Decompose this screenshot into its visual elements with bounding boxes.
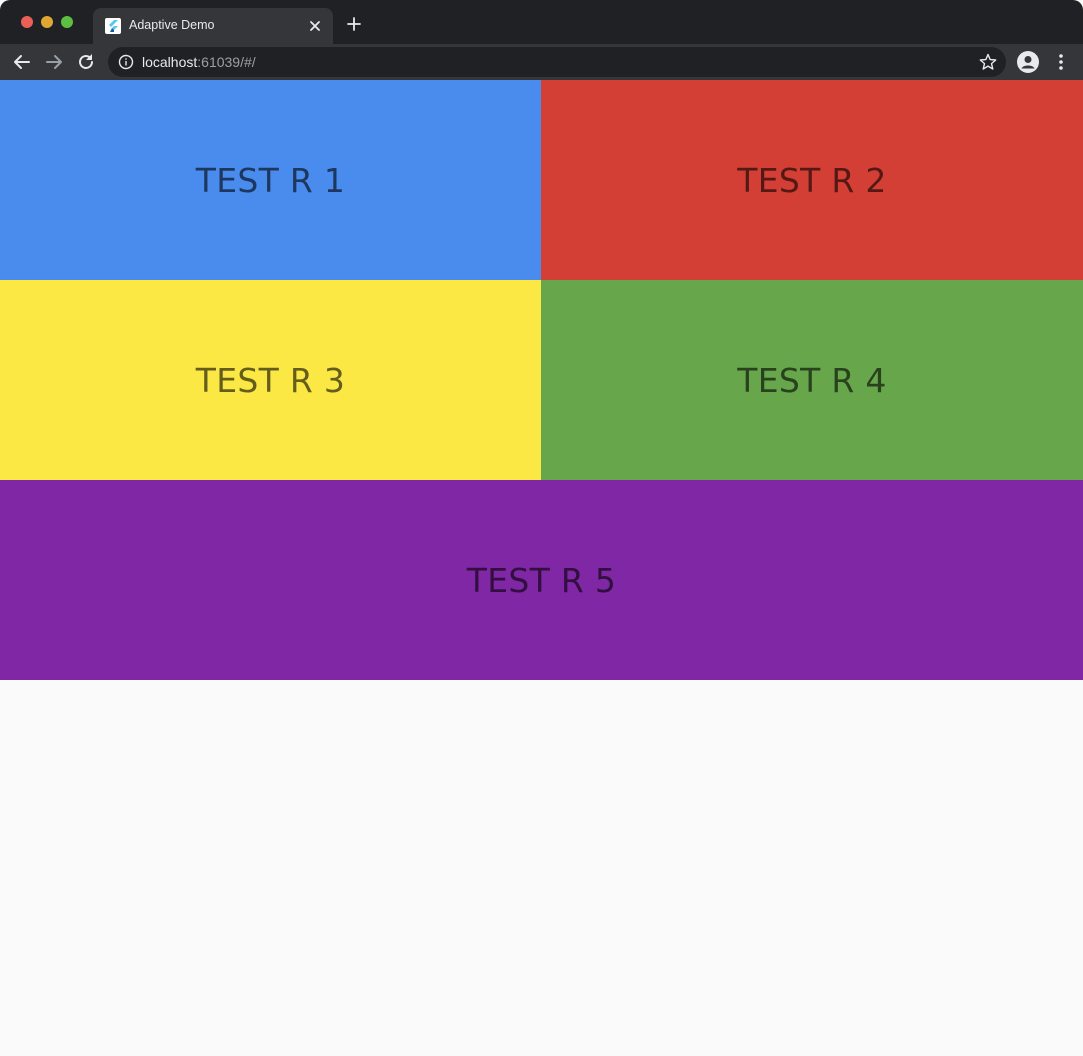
tile-test-r4: TEST R 4 (541, 280, 1083, 480)
tile-label: TEST R 5 (466, 560, 617, 600)
tile-test-r2: TEST R 2 (541, 80, 1083, 280)
tile-label: TEST R 2 (737, 160, 887, 200)
page-content: TEST R 1 TEST R 2 TEST R 3 TEST R 4 TEST… (0, 80, 1083, 1056)
url-path: :61039/#/ (197, 54, 256, 70)
tile-label: TEST R 3 (195, 360, 346, 400)
kebab-menu-icon[interactable] (1050, 51, 1072, 73)
close-icon[interactable] (305, 16, 325, 36)
profile-icon[interactable] (1017, 51, 1039, 73)
star-icon[interactable] (978, 52, 998, 72)
flutter-icon (105, 18, 121, 34)
browser-toolbar: localhost:61039/#/ (0, 44, 1083, 80)
window-close-button[interactable] (21, 16, 33, 28)
reload-icon[interactable] (74, 50, 98, 74)
tab-strip: Adaptive Demo (0, 0, 1083, 44)
window-minimize-button[interactable] (41, 16, 53, 28)
url-text: localhost:61039/#/ (142, 54, 256, 70)
info-icon[interactable] (118, 54, 134, 70)
tile-test-r3: TEST R 3 (0, 280, 541, 480)
plus-icon[interactable] (344, 14, 364, 34)
tile-label: TEST R 4 (737, 360, 887, 400)
tile-test-r1: TEST R 1 (0, 80, 541, 280)
tile-label: TEST R 1 (195, 160, 346, 200)
tab-adaptive-demo[interactable]: Adaptive Demo (93, 8, 333, 44)
browser-window: Adaptive Demo localhost:61039/#/ TEST R … (0, 0, 1083, 1056)
window-maximize-button[interactable] (61, 16, 73, 28)
url-host: localhost (142, 54, 198, 70)
address-bar[interactable]: localhost:61039/#/ (108, 47, 1006, 77)
forward-arrow-icon[interactable] (42, 50, 66, 74)
tab-title: Adaptive Demo (129, 18, 215, 32)
tile-test-r5: TEST R 5 (0, 480, 1083, 680)
back-arrow-icon[interactable] (10, 50, 34, 74)
